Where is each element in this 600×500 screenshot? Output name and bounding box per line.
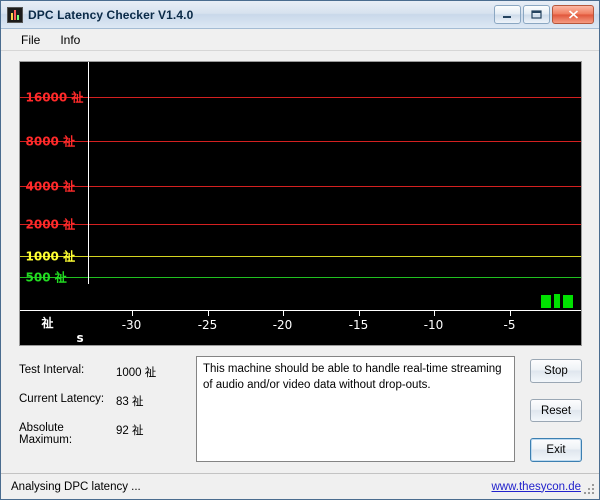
xtick-label--5: -5 <box>504 318 516 332</box>
ytick-label-500: 500 祉 <box>26 269 67 286</box>
latency-graph: 16000 祉 8000 祉 4000 祉 2000 祉 1000 祉 500 … <box>19 61 582 346</box>
xtick-mark <box>510 311 511 316</box>
resize-grip[interactable] <box>584 484 596 496</box>
latency-bar <box>563 295 573 308</box>
xtick-mark <box>283 311 284 316</box>
xtick-label--20: -20 <box>273 318 293 332</box>
xtick-label--25: -25 <box>198 318 218 332</box>
stat-value-absolute-maximum: 92 祉 <box>116 422 144 446</box>
window-title: DPC Latency Checker V1.4.0 <box>28 8 494 22</box>
menu-item-info[interactable]: Info <box>50 30 90 50</box>
title-bar: DPC Latency Checker V1.4.0 <box>1 1 599 29</box>
stat-row-test-interval: Test Interval: 1000 祉 <box>19 364 188 380</box>
gridline-8000 <box>20 141 581 142</box>
gridline-500 <box>20 277 581 278</box>
bottom-panel: Test Interval: 1000 祉 Current Latency: 8… <box>13 356 587 462</box>
ytick-label-16000: 16000 祉 <box>26 89 84 106</box>
xtick-label--15: -15 <box>349 318 369 332</box>
xtick-label--10: -10 <box>424 318 444 332</box>
xtick-mark <box>132 311 133 316</box>
ytick-label-4000: 4000 祉 <box>26 178 76 195</box>
xtick-mark <box>434 311 435 316</box>
window-controls <box>494 5 594 24</box>
gridline-16000 <box>20 97 581 98</box>
xtick-mark <box>208 311 209 316</box>
app-window: DPC Latency Checker V1.4.0 File Info <box>0 0 600 500</box>
stat-label-absolute-maximum: Absolute Maximum: <box>19 422 116 446</box>
gridline-1000 <box>20 256 581 257</box>
ytick-label-8000: 8000 祉 <box>26 133 76 150</box>
website-link[interactable]: www.thesycon.de <box>492 481 582 493</box>
message-box: This machine should be able to handle re… <box>196 356 515 462</box>
y-axis <box>88 62 89 284</box>
stat-label-current-latency: Current Latency: <box>19 393 116 409</box>
y-axis-unit-label: 祉 <box>42 314 54 331</box>
menu-item-file[interactable]: File <box>11 30 50 50</box>
stop-button[interactable]: Stop <box>530 359 582 383</box>
status-bar: Analysing DPC latency ... www.thesycon.d… <box>1 473 599 499</box>
ytick-label-1000: 1000 祉 <box>26 248 76 265</box>
latency-bar <box>554 294 560 308</box>
ytick-label-2000: 2000 祉 <box>26 216 76 233</box>
action-buttons: Stop Reset Exit <box>525 356 587 462</box>
xtick-label--30: -30 <box>122 318 142 332</box>
stat-row-current-latency: Current Latency: 83 祉 <box>19 393 188 409</box>
bar-chart-icon <box>7 7 23 23</box>
stat-label-test-interval: Test Interval: <box>19 364 116 380</box>
stat-value-test-interval: 1000 祉 <box>116 364 156 380</box>
gridline-2000 <box>20 224 581 225</box>
gridline-4000 <box>20 186 581 187</box>
x-axis-unit-label: s <box>77 331 84 345</box>
exit-button[interactable]: Exit <box>530 438 582 462</box>
stat-value-current-latency: 83 祉 <box>116 393 144 409</box>
status-text: Analysing DPC latency ... <box>11 481 492 493</box>
xtick-mark <box>359 311 360 316</box>
stats-panel: Test Interval: 1000 祉 Current Latency: 8… <box>13 356 188 462</box>
stat-row-absolute-maximum: Absolute Maximum: 92 祉 <box>19 422 188 446</box>
maximize-button[interactable] <box>523 5 550 24</box>
reset-button[interactable]: Reset <box>530 399 582 423</box>
menu-bar: File Info <box>1 29 599 51</box>
latency-bar <box>541 295 551 308</box>
x-axis <box>20 310 581 311</box>
close-button[interactable] <box>552 5 594 24</box>
minimize-button[interactable] <box>494 5 521 24</box>
client-area: 16000 祉 8000 祉 4000 祉 2000 祉 1000 祉 500 … <box>1 51 599 473</box>
